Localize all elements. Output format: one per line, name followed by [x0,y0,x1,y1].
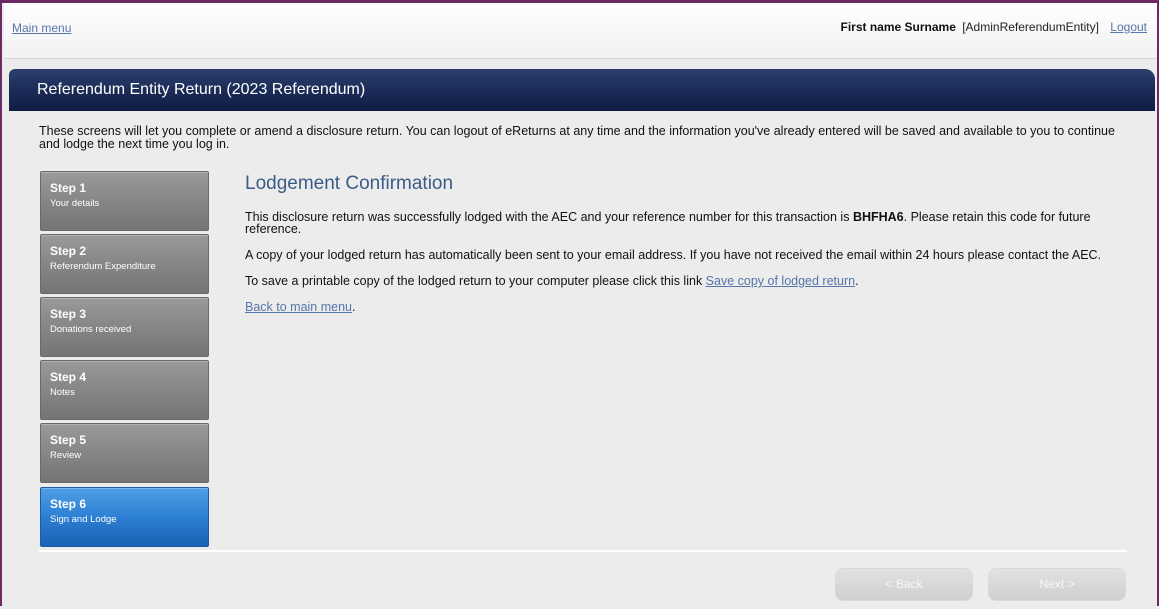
back-to-main-menu-link[interactable]: Back to main menu [245,300,352,314]
step-title: Step 5 [50,433,87,447]
intro-text: These screens will let you complete or a… [39,124,1115,151]
confirmation-content: Lodgement Confirmation This disclosure r… [245,173,1135,327]
return-panel: Referendum Entity Return (2023 Referendu… [9,69,1155,609]
step-title: Step 4 [50,370,87,384]
footer-divider [39,550,1127,552]
step-5-button[interactable]: Step 5 Review [40,423,209,483]
step-title: Step 2 [50,244,87,258]
step-title: Step 3 [50,307,87,321]
top-bar: Main menu First name Surname [AdminRefer… [4,3,1157,59]
reference-number: BHFHA6 [852,210,904,224]
logout-link[interactable]: Logout [1110,20,1147,34]
step-title: Step 1 [50,181,87,195]
back-message: Back to main menu. [245,300,1105,314]
panel-header: Referendum Entity Return (2023 Referendu… [9,69,1155,111]
next-button[interactable]: Next > [988,568,1126,601]
save-text: To save a printable copy of the lodged r… [245,274,706,288]
step-subtitle: Sign and Lodge [50,514,117,525]
user-role: [AdminReferendumEntity] [962,20,1099,34]
step-1-button[interactable]: Step 1 Your details [40,171,209,231]
step-4-button[interactable]: Step 4 Notes [40,360,209,420]
user-name: First name Surname [840,20,956,34]
step-subtitle: Referendum Expenditure [50,261,156,272]
back-text-end: . [352,300,356,314]
save-text-end: . [855,274,859,288]
confirmation-title: Lodgement Confirmation [245,173,454,194]
user-area: First name Surname [AdminReferendumEntit… [841,20,1148,34]
step-subtitle: Notes [50,387,75,398]
lodged-message: This disclosure return was successfully … [245,210,1105,236]
step-6-button[interactable]: Step 6 Sign and Lodge [40,487,209,547]
back-button[interactable]: < Back [835,568,973,601]
step-title: Step 6 [50,497,87,511]
lodged-text: This disclosure return was successfully … [245,210,853,224]
app-window: Main menu First name Surname [AdminRefer… [0,0,1159,609]
step-subtitle: Review [50,450,82,461]
step-3-button[interactable]: Step 3 Donations received [40,297,209,357]
step-subtitle: Donations received [50,324,132,335]
save-message: To save a printable copy of the lodged r… [245,274,1105,288]
save-copy-link[interactable]: Save copy of lodged return [706,274,855,288]
step-2-button[interactable]: Step 2 Referendum Expenditure [40,234,209,294]
main-menu-link[interactable]: Main menu [12,21,71,35]
step-subtitle: Your details [50,198,100,209]
page-title: Referendum Entity Return (2023 Referendu… [37,81,366,98]
email-message: A copy of your lodged return has automat… [245,248,1102,262]
